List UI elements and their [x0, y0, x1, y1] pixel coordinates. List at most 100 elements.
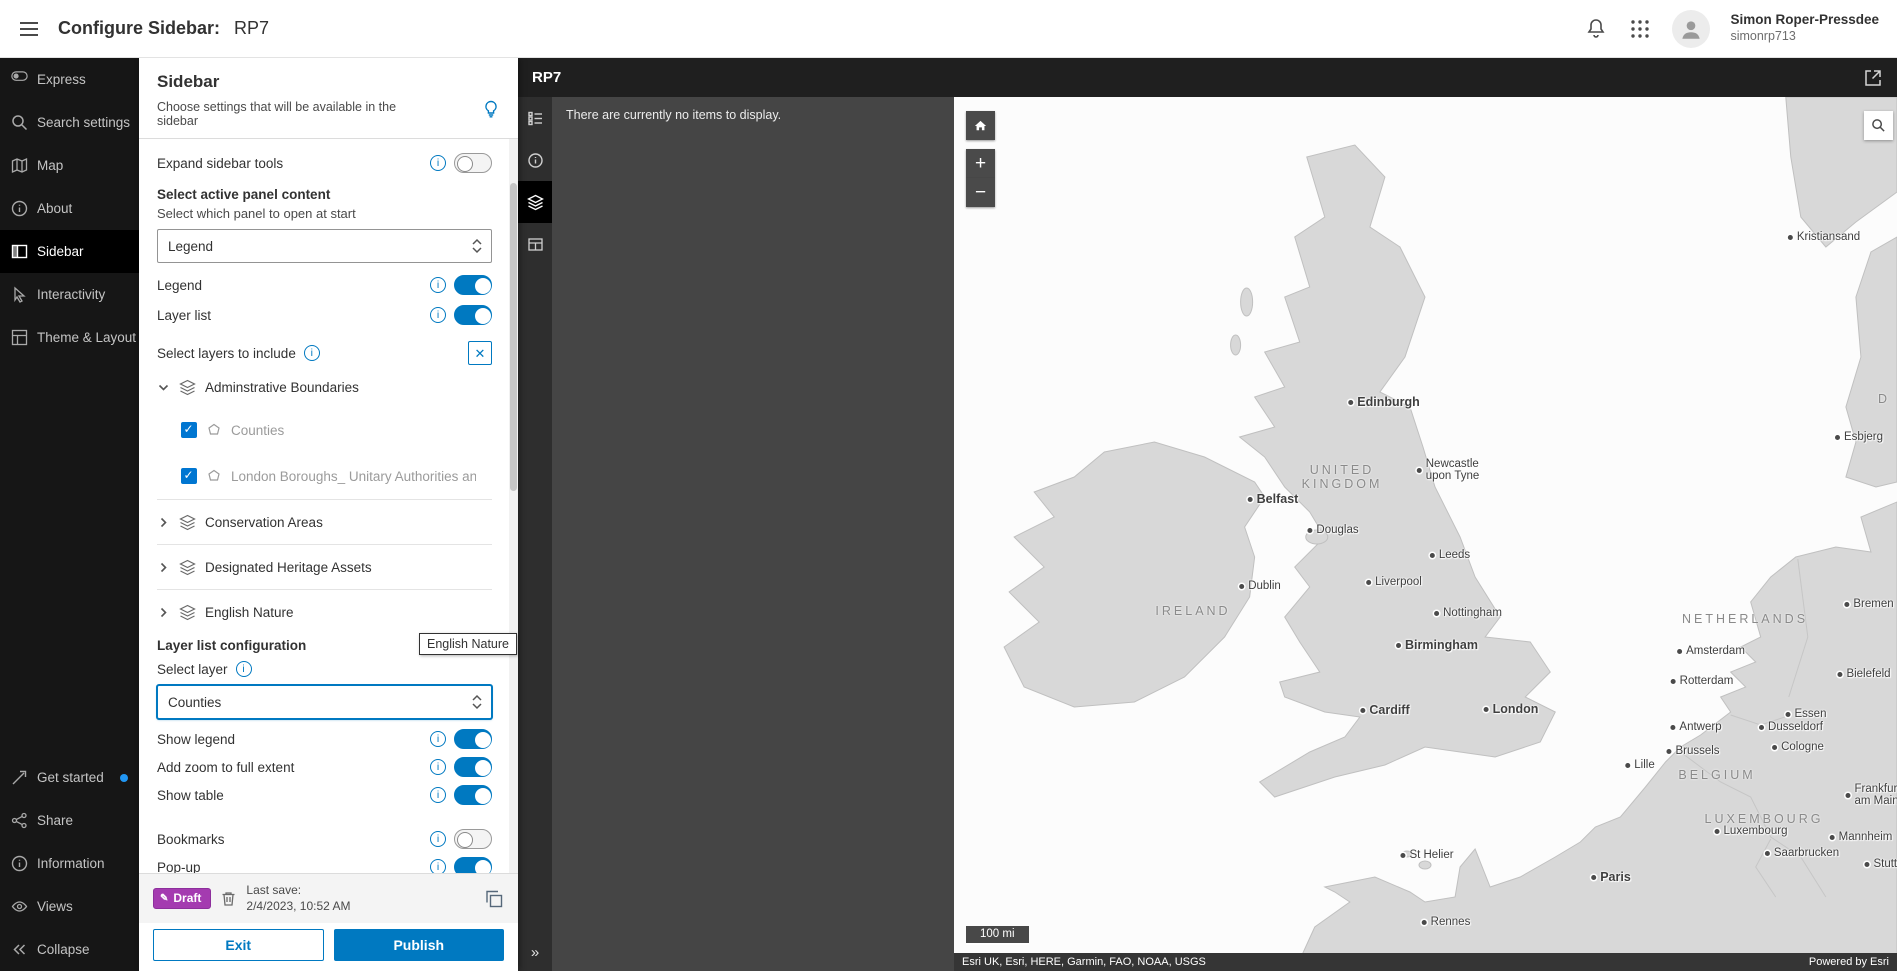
export-launch-icon[interactable] — [1863, 68, 1883, 88]
city-dot — [1366, 579, 1372, 585]
city-dot — [1429, 552, 1435, 558]
map-city-label: Liverpool — [1366, 576, 1422, 588]
active-panel-select[interactable]: Legend — [157, 229, 492, 263]
map-view[interactable]: UNITED KINGDOM IRELAND NETHERLANDS BELGIUM L… — [954, 97, 1897, 971]
map-city-label: St Helier — [1400, 849, 1454, 861]
tree-item-english-nature[interactable]: English Nature — [157, 590, 492, 634]
table-widget-button[interactable] — [518, 223, 552, 265]
tree-item-london-boroughs[interactable]: London Boroughs_ Unitary Authorities and — [157, 453, 492, 499]
city-dot — [1829, 834, 1835, 840]
zoom-out-button[interactable]: − — [966, 178, 995, 207]
info-icon[interactable] — [303, 345, 320, 361]
preview-app-header: RP7 — [518, 58, 1897, 97]
notifications-bell-icon[interactable] — [1584, 17, 1608, 41]
delete-trash-icon[interactable] — [220, 890, 237, 907]
tree-item-conservation-areas[interactable]: Conservation Areas — [157, 500, 492, 544]
tree-item-counties[interactable]: Counties — [157, 407, 492, 453]
sidebar-item-share[interactable]: Share — [0, 799, 139, 842]
city-dot — [1625, 762, 1631, 768]
map-city-label: Brussels — [1666, 745, 1720, 757]
sidebar-item-information[interactable]: Information — [0, 842, 139, 885]
map-city-label: Nottingham — [1434, 607, 1502, 619]
sidebar-item-views[interactable]: Views — [0, 885, 139, 928]
sidebar-item-sidebar[interactable]: Sidebar — [0, 230, 139, 273]
select-layer-select[interactable]: Counties — [156, 684, 493, 720]
sidebar-icon — [11, 243, 28, 260]
sidebar-item-about[interactable]: About — [0, 187, 139, 230]
polygon-layer-icon — [206, 468, 222, 484]
expand-panel-chevrons-button[interactable] — [518, 933, 552, 971]
sidebar-item-map[interactable]: Map — [0, 144, 139, 187]
zoom-in-button[interactable]: + — [966, 149, 995, 178]
last-save-timestamp: 2/4/2023, 10:52 AM — [246, 898, 351, 913]
add-zoom-toggle[interactable] — [454, 757, 492, 777]
express-toggle[interactable]: Express — [0, 58, 139, 101]
layer-list-toggle[interactable] — [454, 305, 492, 325]
city-dot — [1416, 467, 1422, 473]
info-icon[interactable] — [430, 277, 446, 293]
info-widget-button[interactable] — [518, 139, 552, 181]
city-dot — [1714, 828, 1720, 834]
nav-label: Get started — [37, 770, 104, 785]
info-icon[interactable] — [430, 731, 446, 747]
popup-toggle[interactable] — [454, 857, 492, 873]
map-city-label: Frankfurt am Main — [1845, 783, 1897, 807]
city-dot — [1421, 919, 1427, 925]
lightbulb-icon[interactable] — [482, 100, 500, 118]
map-search-button[interactable] — [1864, 111, 1893, 140]
show-legend-toggle[interactable] — [454, 729, 492, 749]
sidebar-item-get-started[interactable]: Get started — [0, 756, 139, 799]
active-panel-heading: Select active panel content — [157, 187, 331, 202]
city-dot — [1844, 601, 1850, 607]
home-button[interactable] — [966, 111, 995, 140]
expand-tools-toggle[interactable] — [454, 153, 492, 173]
close-layer-select-button[interactable] — [468, 341, 492, 365]
map-city-label: Edinburgh — [1348, 395, 1420, 409]
show-table-toggle[interactable] — [454, 785, 492, 805]
add-zoom-row: Add zoom to full extent — [157, 753, 492, 781]
info-icon[interactable] — [430, 759, 446, 775]
config-panel-header: Sidebar Choose settings that will be ava… — [139, 58, 518, 139]
info-icon[interactable] — [235, 661, 252, 677]
chevron-down-icon — [157, 381, 170, 394]
avatar[interactable] — [1672, 9, 1711, 48]
config-scrollbar[interactable] — [509, 139, 518, 873]
tree-item-administrative-boundaries[interactable]: Adminstrative Boundaries — [157, 367, 492, 407]
map-city-label: Luxembourg — [1714, 825, 1787, 837]
layer-list-widget-button[interactable] — [518, 181, 552, 223]
sidebar-item-interactivity[interactable]: Interactivity — [0, 273, 139, 316]
legend-toggle[interactable] — [454, 275, 492, 295]
information-icon — [11, 855, 28, 872]
sidebar-item-collapse[interactable]: Collapse — [0, 928, 139, 971]
bookmarks-toggle[interactable] — [454, 829, 492, 849]
city-dot — [1348, 399, 1354, 405]
london-boroughs-checkbox[interactable] — [181, 468, 197, 484]
info-icon[interactable] — [430, 831, 446, 847]
exit-button[interactable]: Exit — [153, 929, 324, 961]
app-launcher-grid-icon[interactable] — [1628, 17, 1652, 41]
sidebar-item-theme-layout[interactable]: Theme & Layout — [0, 316, 139, 359]
map-city-label: Saarbrucken — [1764, 847, 1839, 859]
tree-item-designated-heritage[interactable]: Designated Heritage Assets — [157, 545, 492, 589]
city-dot — [1591, 874, 1597, 880]
info-icon[interactable] — [430, 155, 446, 171]
express-label: Express — [37, 72, 86, 87]
city-dot — [1835, 434, 1840, 440]
info-icon[interactable] — [430, 307, 446, 323]
open-preview-windows-icon[interactable] — [484, 889, 504, 909]
info-icon[interactable] — [430, 787, 446, 803]
nav-label: Search settings — [37, 115, 131, 130]
legend-widget-button[interactable] — [518, 97, 552, 139]
tree-item-label: Adminstrative Boundaries — [205, 379, 359, 395]
user-info[interactable]: Simon Roper-Pressdee simonrp713 — [1730, 12, 1879, 45]
counties-checkbox[interactable] — [181, 422, 197, 438]
sidebar-item-search-settings[interactable]: Search settings — [0, 101, 139, 144]
map-country-label: LUXEMBOURG — [1704, 812, 1824, 826]
info-icon[interactable] — [430, 859, 446, 873]
top-header: Configure Sidebar: RP7 Simon Roper-Press… — [0, 0, 1897, 58]
zoom-out-glyph: − — [974, 182, 987, 203]
publish-button[interactable]: Publish — [333, 929, 504, 961]
info-icon — [11, 200, 28, 217]
hamburger-menu-icon[interactable] — [18, 18, 40, 40]
nav-label: Sidebar — [37, 244, 84, 259]
